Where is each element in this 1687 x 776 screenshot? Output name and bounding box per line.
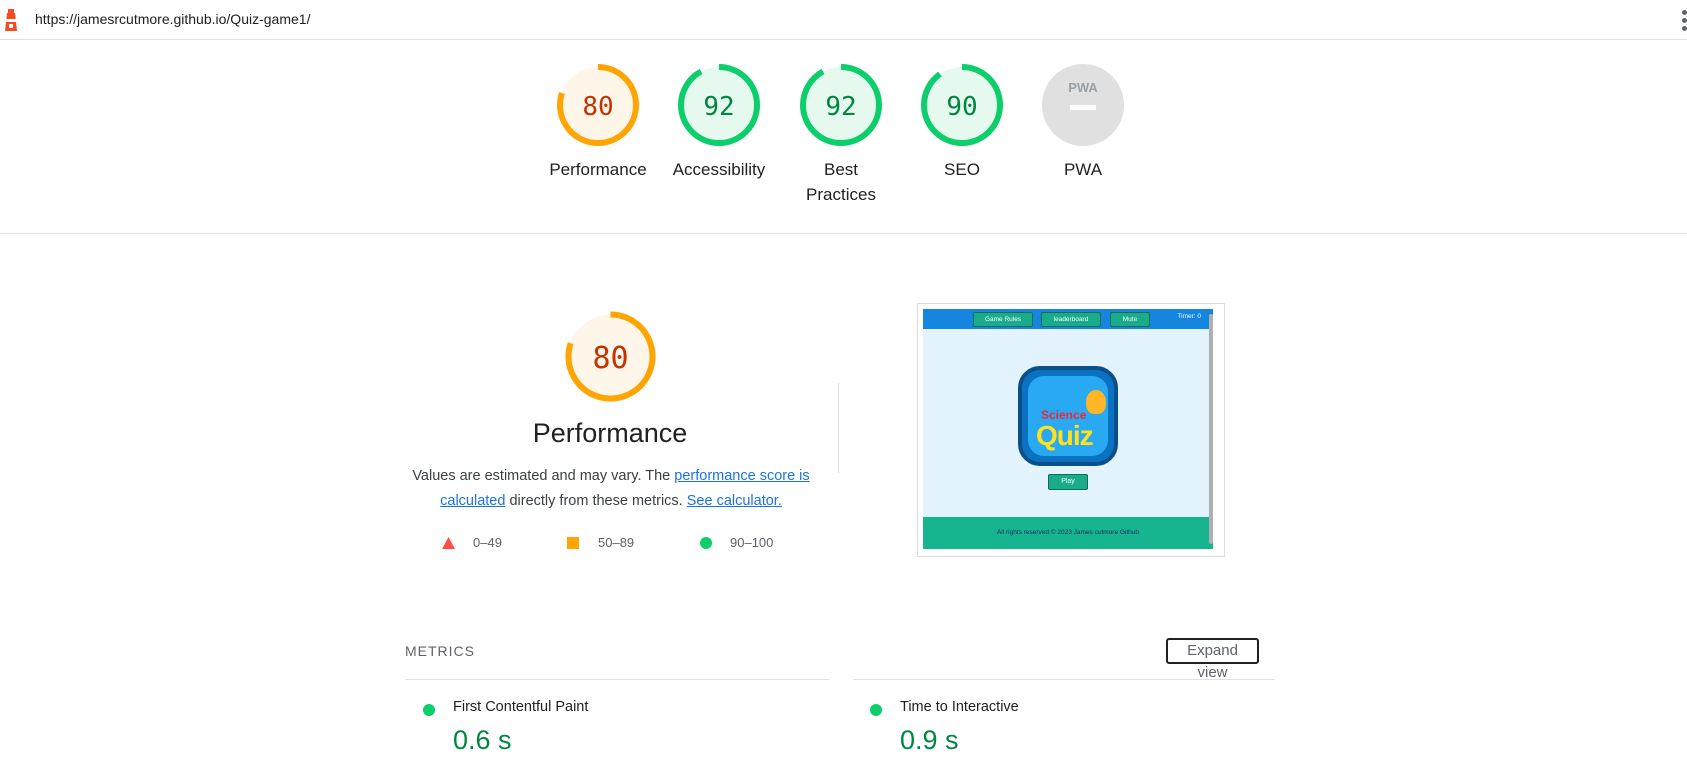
gauge-performance[interactable]: 80 Performance xyxy=(538,63,658,182)
thumb-play-button: Play xyxy=(1048,474,1088,490)
gauge-label: PWA xyxy=(1063,160,1103,179)
legend-range: 0–49 xyxy=(473,535,502,550)
gauge-pwa[interactable]: PWA PWA xyxy=(1023,63,1143,182)
metrics-divider xyxy=(853,679,1275,680)
gauge-score: 92 xyxy=(825,92,856,122)
quiz-logo: Science Quiz xyxy=(1018,366,1118,466)
gauge-accessibility[interactable]: 92 Accessibility xyxy=(659,63,779,182)
logo-quiz-text: Quiz xyxy=(1036,420,1094,451)
final-screenshot[interactable]: Game Rules leaderboard Mute Timer: 0 Sci… xyxy=(917,303,1225,557)
thumb-leaderboard: leaderboard xyxy=(1041,312,1101,327)
metric-tti[interactable]: Time to Interactive 0.9 s xyxy=(870,699,1250,759)
browser-bar: https://jamesrcutmore.github.io/Quiz-gam… xyxy=(0,0,1687,40)
square-icon xyxy=(567,537,579,549)
more-options-icon[interactable] xyxy=(1679,10,1687,32)
lightbulb-icon xyxy=(1086,390,1106,414)
performance-gauge-large: 80 xyxy=(565,311,656,402)
score-gauges: 80 Performance 92 Accessibility 92 Best … xyxy=(0,63,1687,234)
desc-text: directly from these metrics. xyxy=(505,493,687,509)
performance-score: 80 xyxy=(592,341,628,376)
metrics-heading: METRICS xyxy=(405,643,475,659)
best-practices-gauge-ring: 92 xyxy=(800,64,882,146)
screenshot-content: Game Rules leaderboard Mute Timer: 0 Sci… xyxy=(923,309,1213,549)
thumb-mute: Mute xyxy=(1110,312,1150,327)
page-url[interactable]: https://jamesrcutmore.github.io/Quiz-gam… xyxy=(35,11,310,27)
thumb-scrollbar xyxy=(1209,314,1213,544)
desc-text: Values are estimated and may vary. The xyxy=(412,468,675,484)
metrics-divider xyxy=(405,679,829,680)
performance-title: Performance xyxy=(532,418,688,448)
circle-icon xyxy=(700,537,712,549)
vertical-divider xyxy=(838,383,839,473)
thumb-nav: Game Rules leaderboard Mute Timer: 0 xyxy=(923,309,1213,329)
gauge-score: 90 xyxy=(946,92,977,122)
pass-circle-icon xyxy=(423,704,435,716)
gauge-label: SEO xyxy=(944,160,980,179)
metric-fcp[interactable]: First Contentful Paint 0.6 s xyxy=(423,699,803,759)
thumb-game-rules: Game Rules xyxy=(973,312,1033,327)
legend-range: 90–100 xyxy=(730,535,774,550)
gauge-best-practices[interactable]: 92 Best Practices xyxy=(781,63,901,207)
performance-gauge-ring: 80 xyxy=(557,64,639,146)
gauge-score: 92 xyxy=(703,92,734,122)
accessibility-gauge-ring: 92 xyxy=(678,64,760,146)
pwa-badge-icon: PWA xyxy=(1042,64,1124,146)
metric-name: First Contentful Paint xyxy=(453,699,589,715)
svg-text:PWA: PWA xyxy=(1068,80,1098,95)
metric-value: 0.9 s xyxy=(900,725,959,755)
gauge-label: Performance xyxy=(549,160,647,179)
thumb-timer: Timer: 0 xyxy=(1177,313,1201,320)
lighthouse-icon xyxy=(5,9,17,31)
legend-range: 50–89 xyxy=(598,535,635,550)
triangle-icon xyxy=(442,537,455,549)
metric-value: 0.6 s xyxy=(453,725,512,755)
gauge-label: Best Practices xyxy=(806,160,876,204)
seo-gauge-ring: 90 xyxy=(921,64,1003,146)
performance-description: Values are estimated and may vary. The p… xyxy=(402,464,820,514)
gauge-label: Accessibility xyxy=(672,160,766,179)
thumb-footer: All rights reserved © 2023 James cutmore… xyxy=(923,517,1213,549)
gauge-seo[interactable]: 90 SEO xyxy=(902,63,1022,182)
pass-circle-icon xyxy=(870,704,882,716)
gauge-score: 80 xyxy=(582,92,613,122)
see-calculator-link[interactable]: See calculator. xyxy=(687,493,782,509)
metric-name: Time to Interactive xyxy=(900,699,1019,715)
expand-view-button[interactable]: Expand view xyxy=(1166,638,1259,681)
